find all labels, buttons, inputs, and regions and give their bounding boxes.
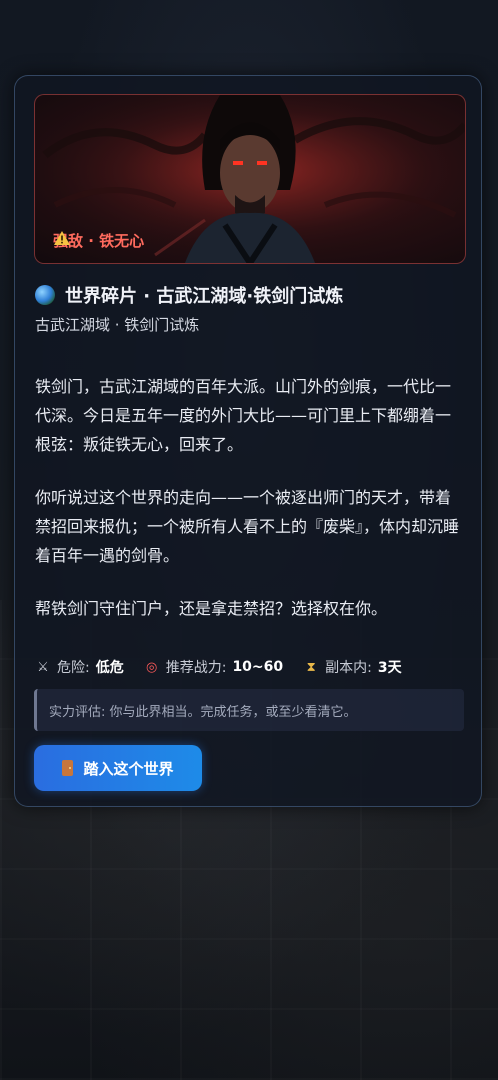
hourglass-icon: ⧗ <box>306 659 316 675</box>
story-paragraph: 铁剑门，古武江湖域的百年大派。山门外的剑痕，一代比一代深。今日是五年一度的外门大… <box>35 377 452 454</box>
story-paragraph: 帮铁剑门守住门户，还是拿走禁招？选择权在你。 <box>35 599 388 618</box>
power-stat: ◎ 推荐战力: 10~60 <box>144 657 283 677</box>
danger-label: 危险: <box>57 660 90 676</box>
enemy-badge: 强敌 · 铁无心 <box>53 230 144 251</box>
page-subtitle: 古武江湖域 · 铁剑门试炼 <box>35 316 200 334</box>
story-text: 铁剑门，古武江湖域的百年大派。山门外的剑痕，一代比一代深。今日是五年一度的外门大… <box>35 372 465 647</box>
enemy-banner: 强敌 · 铁无心 <box>34 94 466 264</box>
strength-assessment: 实力评估: 你与此界相当。完成任务，或至少看清它。 <box>34 689 464 731</box>
duration-label: 副本内: <box>325 660 372 676</box>
story-paragraph: 你听说过这个世界的走向——一个被逐出师门的天才，带着禁招回来报仇；一个被所有人看… <box>35 488 460 565</box>
duration-value: 3天 <box>377 660 402 676</box>
duration-stat: ⧗ 副本内: 3天 <box>303 657 402 677</box>
power-label: 推荐战力: <box>165 660 227 676</box>
danger-value: 低危 <box>95 660 124 676</box>
danger-stat: ⚔ 危险: 低危 <box>35 657 124 677</box>
power-value: 10~60 <box>232 659 284 675</box>
warning-icon <box>54 231 70 245</box>
crossed-swords-icon: ⚔ <box>37 659 49 675</box>
enter-world-button[interactable]: 踏入这个世界 <box>34 745 202 791</box>
target-icon: ◎ <box>146 659 158 675</box>
world-fragment-card: 强敌 · 铁无心 世界碎片 · 古武江湖域·铁剑门试炼 古武江湖域 · 铁剑门试… <box>14 75 482 807</box>
door-icon <box>62 760 74 776</box>
page-title: 世界碎片 · 古武江湖域·铁剑门试炼 <box>35 282 343 308</box>
world-stats: ⚔ 危险: 低危 ◎ 推荐战力: 10~60 ⧗ 副本内: 3天 <box>35 657 402 677</box>
globe-icon <box>35 285 55 305</box>
enter-world-label: 踏入这个世界 <box>83 759 174 778</box>
page-title-text: 世界碎片 · 古武江湖域·铁剑门试炼 <box>65 286 344 307</box>
